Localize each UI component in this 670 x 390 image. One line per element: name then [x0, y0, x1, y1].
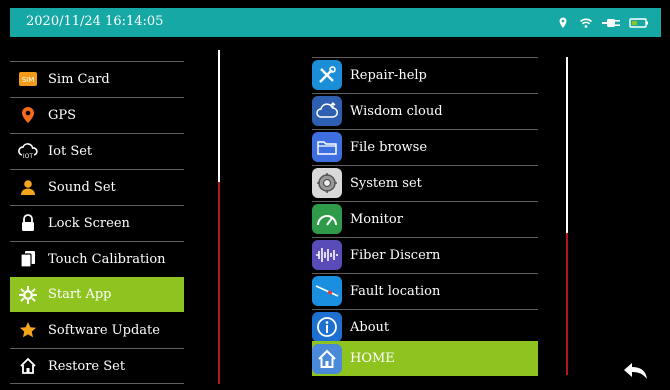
- left-scrollbar[interactable]: [218, 50, 220, 384]
- person-icon: [18, 177, 38, 197]
- gauge-icon: [312, 204, 342, 234]
- status-icons: [556, 15, 649, 29]
- home-icon: [312, 343, 342, 374]
- iot-cloud-icon: IOT: [18, 141, 38, 161]
- app-item-file-browse[interactable]: File browse: [312, 130, 538, 164]
- menu-item-sim-card[interactable]: SIM Sim Card: [10, 62, 184, 96]
- touch-calibration-icon: [18, 249, 38, 269]
- menu-item-label: Restore Set: [48, 358, 126, 374]
- app-item-monitor[interactable]: Monitor: [312, 202, 538, 236]
- menu-item-lock-screen[interactable]: Lock Screen: [10, 206, 184, 240]
- menu-item-label: Software Update: [48, 322, 160, 338]
- plug-icon: [602, 15, 620, 29]
- app-item-label: System set: [350, 175, 422, 191]
- menu-item-label: GPS: [48, 107, 77, 123]
- menu-item-sound-set[interactable]: Sound Set: [10, 170, 184, 204]
- datetime-label: 2020/11/24 16:14:05: [26, 14, 164, 29]
- menu-item-touch-calibration[interactable]: Touch Calibration: [10, 242, 184, 276]
- app-item-label: Wisdom cloud: [350, 103, 443, 119]
- cloud-icon: [312, 96, 342, 126]
- menu-item-label: Sound Set: [48, 179, 116, 195]
- right-scrollbar[interactable]: [566, 57, 568, 375]
- back-arrow-icon[interactable]: [622, 361, 650, 381]
- tools-icon: [312, 60, 342, 90]
- folder-icon: [312, 132, 342, 162]
- menu-item-software-update[interactable]: Software Update: [10, 313, 184, 347]
- divider: [10, 383, 184, 384]
- app-item-label: About: [350, 319, 390, 335]
- location-pin-icon: [556, 15, 570, 29]
- app-item-home[interactable]: HOME: [312, 341, 538, 376]
- menu-item-label: Iot Set: [48, 143, 93, 159]
- waveform-icon: [312, 240, 342, 270]
- app-item-system-set[interactable]: System set: [312, 166, 538, 200]
- app-item-label: Fault location: [350, 283, 441, 299]
- menu-item-iot-set[interactable]: IOT Iot Set: [10, 134, 184, 168]
- menu-item-label: Sim Card: [48, 71, 110, 87]
- lock-icon: [18, 213, 38, 233]
- app-item-label: Monitor: [350, 211, 403, 227]
- app-item-label: HOME: [350, 351, 395, 366]
- svg-text:IOT: IOT: [23, 153, 33, 159]
- app-screen: SIM Sim Card GPS IOT Iot Set Sound Set L…: [10, 37, 661, 384]
- sim-card-icon: SIM: [18, 69, 38, 89]
- menu-item-label: Start App: [48, 287, 112, 302]
- right-scrollbar-thumb[interactable]: [566, 233, 568, 375]
- app-item-about[interactable]: About: [312, 310, 538, 344]
- home-icon: [18, 356, 38, 376]
- gps-pin-icon: [18, 105, 38, 125]
- app-item-label: File browse: [350, 139, 428, 155]
- menu-item-label: Touch Calibration: [48, 251, 166, 267]
- menu-item-start-app[interactable]: Start App: [10, 277, 184, 312]
- battery-icon: [629, 15, 649, 29]
- wifi-icon: [579, 15, 593, 29]
- app-item-label: Repair-help: [350, 67, 427, 83]
- left-scrollbar-thumb[interactable]: [218, 182, 220, 384]
- menu-item-restore-set[interactable]: Restore Set: [10, 349, 184, 383]
- star-icon: [18, 320, 38, 340]
- app-item-wisdom-cloud[interactable]: Wisdom cloud: [312, 94, 538, 128]
- info-icon: [312, 312, 342, 342]
- gear-icon: [18, 285, 38, 305]
- status-bar: 2020/11/24 16:14:05: [10, 8, 661, 37]
- menu-item-gps[interactable]: GPS: [10, 98, 184, 132]
- app-item-fiber-discern[interactable]: Fiber Discern: [312, 238, 538, 272]
- menu-item-label: Lock Screen: [48, 215, 130, 231]
- app-item-label: Fiber Discern: [350, 247, 441, 263]
- settings-icon: [312, 168, 342, 198]
- fault-location-icon: [312, 276, 342, 306]
- app-item-repair-help[interactable]: Repair-help: [312, 58, 538, 92]
- app-item-fault-location[interactable]: Fault location: [312, 274, 538, 308]
- svg-text:SIM: SIM: [22, 76, 35, 84]
